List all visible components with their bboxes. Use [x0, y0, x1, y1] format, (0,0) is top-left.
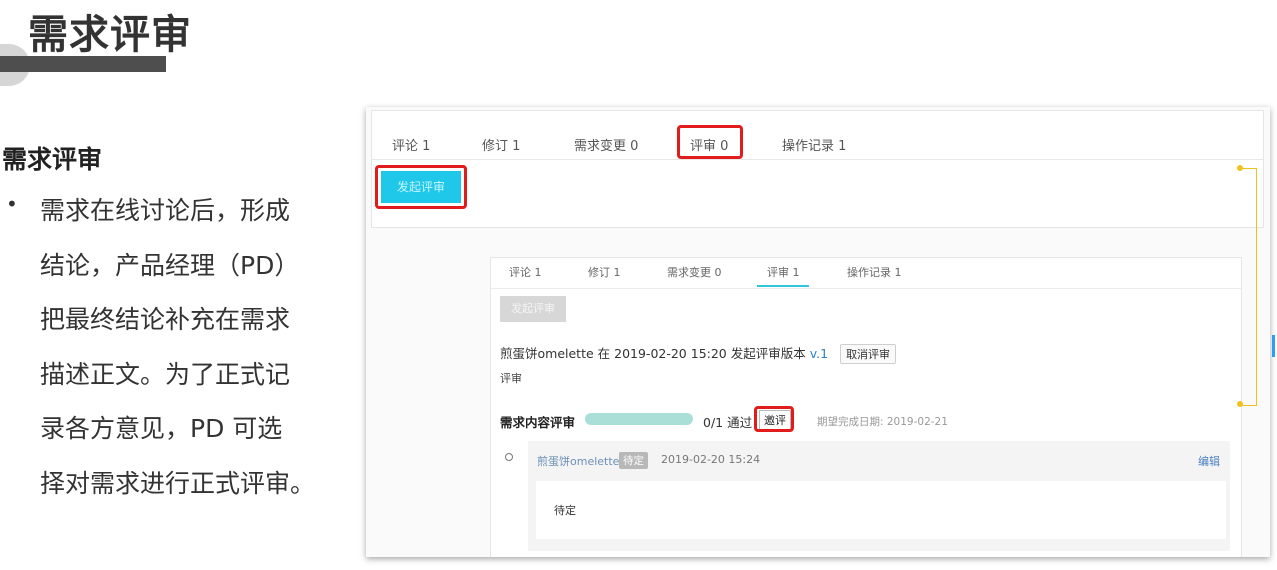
title-underline-bar	[0, 56, 166, 72]
active-tab-indicator	[757, 285, 809, 287]
review-sub-label: 评审	[500, 372, 522, 385]
top-tab-bar: 评论 1 修订 1 需求变更 0 评审 0 操作记录 1	[372, 111, 1263, 160]
annotation-connector	[1240, 168, 1257, 406]
tab-activity-log[interactable]: 操作记录 1	[847, 264, 902, 280]
review-progress-bar	[585, 413, 693, 425]
section-heading: 需求评审	[2, 145, 103, 174]
bullet-icon: •	[6, 192, 18, 216]
start-review-button-disabled[interactable]: 发起评审	[500, 296, 566, 322]
content-review-label: 需求内容评审	[500, 415, 576, 430]
top-panel: 评论 1 修订 1 需求变更 0 评审 0 操作记录 1 发起评审	[371, 110, 1264, 228]
review-progress-fill	[585, 413, 693, 425]
reviewer-comment-card: 待定	[536, 481, 1226, 539]
version-link[interactable]: v.1	[810, 346, 828, 361]
review-initiated-text: 煎蛋饼omelette 在 2019-02-20 15:20 发起评审版本	[500, 346, 806, 361]
reviewer-name[interactable]: 煎蛋饼omelette	[537, 453, 619, 469]
connector-dot	[1237, 401, 1243, 407]
reviewer-comment: 待定	[554, 504, 576, 517]
tab-comments[interactable]: 评论 1	[509, 264, 542, 280]
review-initiated-line: 煎蛋饼omelette 在 2019-02-20 15:20 发起评审版本 v.…	[500, 343, 897, 364]
tab-requirement-changes[interactable]: 需求变更 0	[667, 264, 722, 280]
tab-activity-log[interactable]: 操作记录 1	[782, 135, 846, 154]
edit-link[interactable]: 编辑	[1198, 453, 1220, 469]
slide-title: 需求评审	[28, 12, 192, 58]
reviewer-radio-icon[interactable]	[505, 453, 513, 461]
connector-dot	[1237, 165, 1243, 171]
tab-revisions[interactable]: 修订 1	[482, 135, 520, 154]
cancel-review-button[interactable]: 取消评审	[840, 344, 897, 364]
tab-revisions[interactable]: 修订 1	[588, 264, 621, 280]
review-detail-panel: 评论 1 修订 1 需求变更 0 评审 1 操作记录 1 发起评审 煎蛋饼ome…	[490, 257, 1242, 557]
bullet-text: 需求在线讨论后，形成 结论，产品经理（PD） 把最终结论补充在需求 描述正文。为…	[40, 196, 316, 498]
tab-comments[interactable]: 评论 1	[392, 135, 430, 154]
reviewer-timestamp: 2019-02-20 15:24	[661, 453, 761, 466]
highlight-box	[754, 406, 794, 432]
tab-requirement-changes[interactable]: 需求变更 0	[574, 135, 638, 154]
reviewer-entry: 煎蛋饼omelette 待定 2019-02-20 15:24 编辑 待定	[528, 441, 1230, 551]
highlight-box	[677, 125, 743, 159]
tab-review[interactable]: 评审 1	[767, 264, 800, 280]
status-badge: 待定	[619, 452, 648, 469]
ui-screenshot: 评论 1 修订 1 需求变更 0 评审 0 操作记录 1 发起评审 评论 1 修…	[366, 107, 1270, 557]
highlight-box	[375, 165, 467, 209]
progress-text: 0/1 通过	[703, 415, 753, 430]
edge-indicator	[1272, 335, 1275, 357]
detail-tab-bar: 评论 1 修订 1 需求变更 0 评审 1 操作记录 1	[491, 258, 1241, 289]
due-date: 期望完成日期: 2019-02-21	[817, 416, 948, 428]
